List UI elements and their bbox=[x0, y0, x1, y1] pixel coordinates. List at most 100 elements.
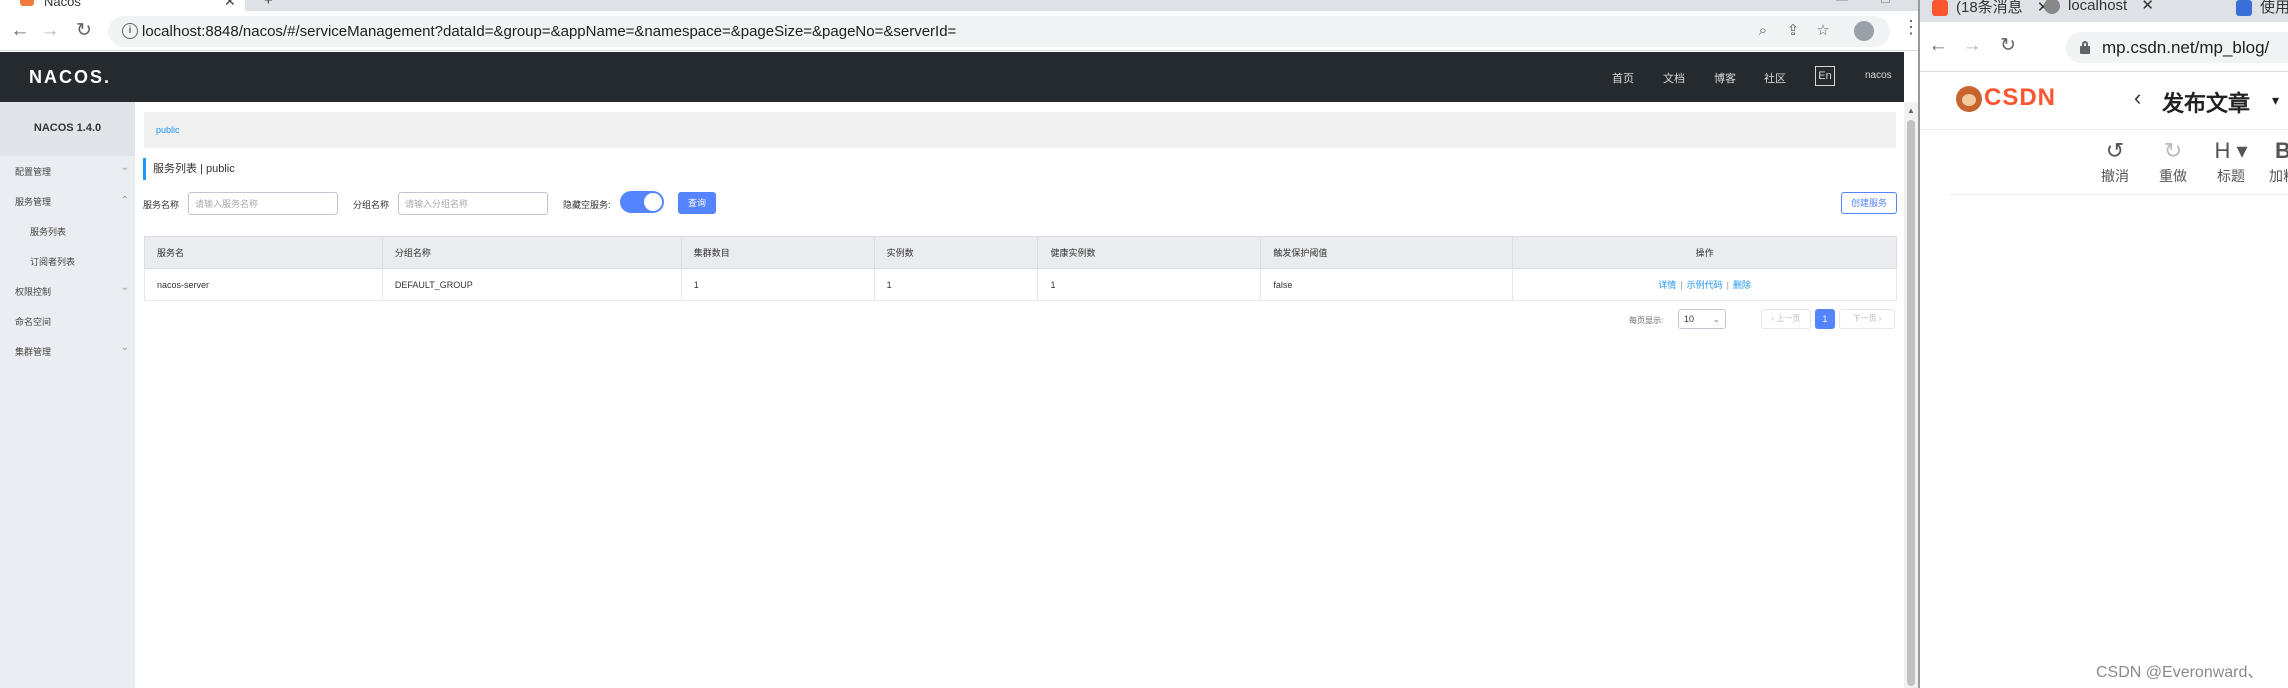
minimize-icon[interactable]: — bbox=[1836, 0, 1848, 6]
tab-strip: (18条消息 ✕ localhost ✕ 使用 bbox=[1920, 0, 2288, 22]
cell-actions: 详情 | 示例代码 | 删除 bbox=[1512, 268, 1897, 301]
reload-icon[interactable]: ↻ bbox=[1996, 34, 2020, 58]
maximize-icon[interactable]: ☐ bbox=[1880, 0, 1891, 6]
action-separator: | bbox=[1726, 280, 1729, 290]
table-row: nacos-server DEFAULT_GROUP 1 1 1 false 详… bbox=[144, 268, 1897, 301]
browser-toolbar: ← → ↻ mp.csdn.net/mp_blog/ bbox=[1920, 22, 2288, 72]
tab-title: (18条消息 bbox=[1956, 0, 2023, 16]
group-name-field[interactable] bbox=[398, 192, 548, 215]
hide-empty-toggle[interactable] bbox=[620, 191, 664, 213]
column-header: 健康实例数 bbox=[1037, 236, 1262, 269]
address-bar[interactable]: i localhost:8848/nacos/#/serviceManageme… bbox=[108, 16, 1890, 47]
redo-label: 重做 bbox=[2159, 168, 2187, 184]
page-title: 发布文章 bbox=[2162, 91, 2251, 116]
csdn-favicon-icon bbox=[1932, 0, 1948, 17]
column-header: 分组名称 bbox=[381, 236, 682, 269]
back-chevron-icon[interactable]: ‹ bbox=[2134, 85, 2141, 111]
sidebar-item-label: 命名空间 bbox=[15, 317, 52, 327]
sidebar-item-label: 订阅者列表 bbox=[30, 257, 76, 267]
tab-partial[interactable]: 使用 bbox=[2236, 0, 2288, 18]
tab-nacos[interactable]: Nacos ✕ bbox=[0, 0, 245, 11]
forward-arrow-icon[interactable]: → bbox=[1960, 34, 1984, 58]
nav-community[interactable]: 社区 bbox=[1764, 70, 1786, 86]
back-arrow-icon[interactable]: ← bbox=[1926, 34, 1950, 58]
scrollbar-thumb[interactable] bbox=[1907, 120, 1915, 686]
cell-cluster-count: 1 bbox=[680, 268, 875, 301]
nacos-top-nav: NACOS. 首页 文档 博客 社区 En nacos bbox=[0, 52, 1904, 102]
service-name-field[interactable] bbox=[188, 192, 338, 215]
page-size-select[interactable]: 10 ⌄ bbox=[1678, 309, 1726, 329]
reload-icon[interactable]: ↻ bbox=[72, 19, 96, 43]
tab-close-icon[interactable]: ✕ bbox=[2141, 0, 2154, 14]
page-number-current[interactable]: 1 bbox=[1815, 309, 1835, 329]
sidebar-item-namespace[interactable]: 命名空间 bbox=[0, 306, 135, 334]
tab-close-icon[interactable]: ✕ bbox=[224, 0, 236, 10]
bold-button[interactable]: B 加粗 bbox=[2258, 138, 2288, 186]
scroll-up-arrow-icon[interactable]: ▲ bbox=[1907, 106, 1915, 115]
sidebar-item-label: 服务列表 bbox=[30, 227, 67, 237]
sample-code-link[interactable]: 示例代码 bbox=[1687, 280, 1723, 290]
sidebar-item-label: 配置管理 bbox=[15, 167, 52, 177]
sidebar-item-service-management[interactable]: 服务管理 ⌃ bbox=[0, 186, 135, 214]
namespace-link-public[interactable]: public bbox=[156, 125, 180, 135]
redo-button[interactable]: ↻ 重做 bbox=[2148, 138, 2198, 186]
share-icon[interactable]: ⇪ bbox=[1782, 20, 1804, 42]
cell-healthy-instance-count: 1 bbox=[1037, 268, 1262, 301]
query-button[interactable]: 查询 bbox=[678, 192, 716, 214]
service-name-input[interactable] bbox=[189, 193, 337, 214]
profile-avatar-icon[interactable] bbox=[1854, 21, 1874, 41]
next-page-button[interactable]: 下一页 › bbox=[1839, 309, 1895, 329]
nav-blog[interactable]: 博客 bbox=[1714, 70, 1736, 86]
sidebar-item-label: 权限控制 bbox=[15, 287, 52, 297]
browser-menu-icon[interactable]: ⋮ bbox=[1902, 18, 1918, 36]
user-name[interactable]: nacos bbox=[1865, 70, 1892, 81]
url-text[interactable]: mp.csdn.net/mp_blog/ bbox=[2102, 38, 2269, 58]
sidebar-item-config-management[interactable]: 配置管理 ⌄ bbox=[0, 156, 135, 184]
chevron-down-icon: ⌄ bbox=[120, 282, 129, 293]
heading-button[interactable]: H ▾ 标题 bbox=[2206, 138, 2256, 186]
page-size-label: 每页显示: bbox=[1629, 316, 1664, 325]
sidebar-item-access-control[interactable]: 权限控制 ⌄ bbox=[0, 276, 135, 304]
tab-title: Nacos bbox=[44, 0, 81, 9]
info-icon[interactable]: i bbox=[122, 23, 138, 39]
sidebar-item-subscriber-list[interactable]: 订阅者列表 bbox=[0, 246, 135, 274]
bookmark-star-icon[interactable]: ☆ bbox=[1812, 20, 1834, 42]
nav-home[interactable]: 首页 bbox=[1612, 70, 1634, 86]
tab-title: localhost bbox=[2068, 0, 2128, 14]
hide-empty-label: 隐藏空服务: bbox=[563, 200, 611, 210]
page-scrollbar[interactable]: ▲ bbox=[1904, 102, 1918, 688]
group-name-label: 分组名称 bbox=[353, 200, 390, 210]
right-browser-window: (18条消息 ✕ localhost ✕ 使用 ← → ↻ mp.csdn.ne… bbox=[1920, 0, 2288, 688]
cell-protect-threshold: false bbox=[1260, 268, 1514, 301]
tab-csdn-messages[interactable]: (18条消息 ✕ bbox=[1932, 0, 2049, 18]
tab-localhost[interactable]: localhost ✕ bbox=[2044, 0, 2154, 18]
sidebar-item-cluster-management[interactable]: 集群管理 ⌄ bbox=[0, 336, 135, 364]
nav-docs[interactable]: 文档 bbox=[1663, 70, 1685, 86]
caret-down-icon[interactable]: ▾ bbox=[2272, 92, 2279, 109]
chevron-down-icon: ⌄ bbox=[1712, 314, 1720, 324]
chevron-down-icon: ⌄ bbox=[120, 342, 129, 353]
browser-toolbar: ← → ↻ i localhost:8848/nacos/#/serviceMa… bbox=[0, 11, 1918, 51]
namespace-bar: public bbox=[144, 112, 1896, 148]
csdn-logo[interactable]: CSDN bbox=[1984, 84, 2056, 112]
prev-page-button[interactable]: ‹ 上一页 bbox=[1761, 309, 1811, 329]
url-text[interactable]: localhost:8848/nacos/#/serviceManagement… bbox=[142, 23, 956, 40]
toggle-knob bbox=[644, 193, 662, 211]
delete-link[interactable]: 删除 bbox=[1733, 280, 1751, 290]
undo-button[interactable]: ↺ 撤消 bbox=[2090, 138, 2140, 186]
lock-icon[interactable] bbox=[2080, 41, 2090, 54]
sidebar: NACOS 1.4.0 配置管理 ⌄ 服务管理 ⌃ 服务列表 订阅者列表 权限控… bbox=[0, 102, 135, 688]
new-tab-button[interactable]: + bbox=[264, 0, 273, 9]
nacos-logo[interactable]: NACOS. bbox=[29, 67, 111, 88]
back-arrow-icon[interactable]: ← bbox=[8, 19, 32, 43]
forward-arrow-icon[interactable]: → bbox=[38, 19, 62, 43]
language-toggle[interactable]: En bbox=[1815, 66, 1835, 86]
service-name-label: 服务名称 bbox=[143, 200, 180, 210]
zoom-icon[interactable]: ⌕ bbox=[1752, 20, 1774, 42]
column-header: 实例数 bbox=[873, 236, 1039, 269]
group-name-input[interactable] bbox=[399, 193, 547, 214]
address-bar[interactable]: mp.csdn.net/mp_blog/ bbox=[2066, 32, 2288, 63]
create-service-button[interactable]: 创建服务 bbox=[1841, 192, 1897, 214]
sidebar-item-service-list[interactable]: 服务列表 bbox=[0, 216, 135, 244]
details-link[interactable]: 详情 bbox=[1658, 280, 1676, 290]
